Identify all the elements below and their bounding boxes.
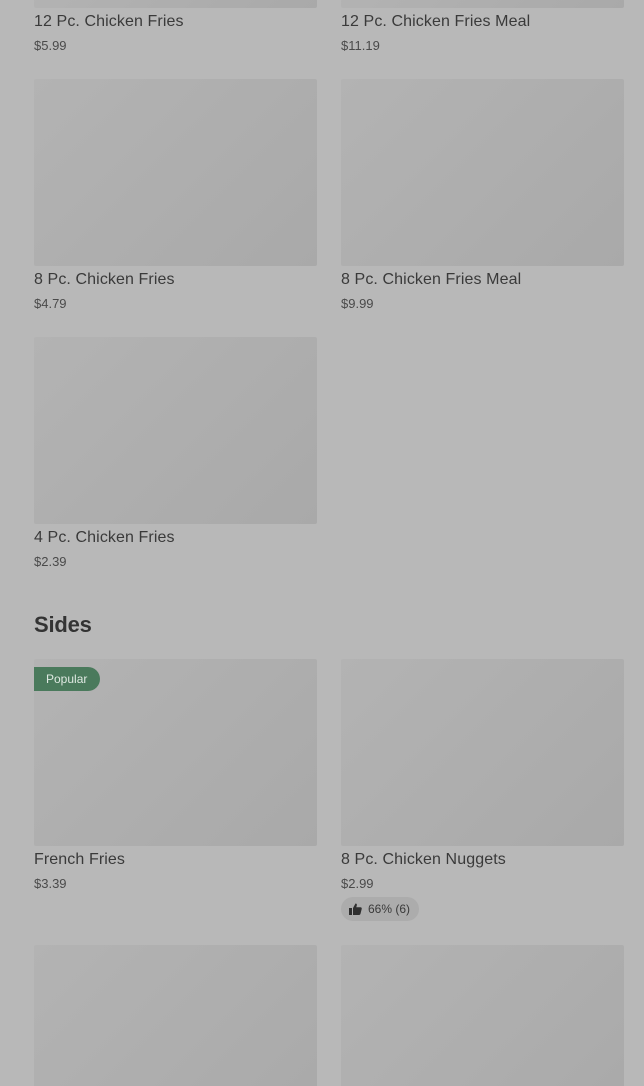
item-price: $4.79	[34, 296, 67, 311]
item-image	[34, 337, 317, 524]
item-price: $11.19	[341, 38, 380, 53]
item-name: 8 Pc. Chicken Fries	[34, 271, 175, 288]
item-name: 8 Pc. Chicken Nuggets	[341, 851, 506, 868]
item-image	[341, 945, 624, 1086]
thumbs-up-icon	[349, 903, 362, 915]
item-name: 8 Pc. Chicken Fries Meal	[341, 271, 522, 288]
menu-item-card[interactable]: Popular French Fries $3.39	[34, 659, 317, 899]
menu-item-card[interactable]: 8 Pc. Chicken Fries $4.79	[34, 79, 317, 319]
item-image	[34, 79, 317, 266]
item-image	[34, 0, 317, 8]
menu-page: 12 Pc. Chicken Fries $5.99 12 Pc. Chicke…	[0, 0, 644, 1086]
item-price: $3.39	[34, 876, 67, 891]
rating-pill: 66% (6)	[341, 897, 420, 921]
section-title-sides: Sides	[34, 612, 92, 637]
item-price: $2.39	[34, 554, 67, 569]
item-price: $5.99	[34, 38, 67, 53]
menu-item-card[interactable]: 4 Pc. Chicken Fries $2.39	[34, 337, 317, 577]
popular-badge: Popular	[34, 667, 101, 691]
item-price: $2.99	[341, 876, 374, 891]
menu-item-card[interactable]	[34, 945, 317, 1086]
rating-text: 66% (6)	[368, 902, 411, 916]
item-image	[34, 945, 317, 1086]
menu-item-card[interactable]: 8 Pc. Chicken Nuggets $2.99 66% (6)	[341, 659, 624, 921]
item-name: French Fries	[34, 851, 125, 868]
item-name: 12 Pc. Chicken Fries Meal	[341, 13, 531, 30]
item-name: 4 Pc. Chicken Fries	[34, 529, 175, 546]
item-price: $9.99	[341, 296, 374, 311]
menu-item-card[interactable]	[341, 945, 624, 1086]
menu-item-card[interactable]: 8 Pc. Chicken Fries Meal $9.99	[341, 79, 624, 319]
menu-item-card[interactable]: 12 Pc. Chicken Fries $5.99	[34, 0, 317, 70]
item-image	[341, 659, 624, 846]
item-image	[341, 0, 624, 8]
item-image	[341, 79, 624, 266]
item-name: 12 Pc. Chicken Fries	[34, 13, 184, 30]
menu-item-card[interactable]: 12 Pc. Chicken Fries Meal $11.19	[341, 0, 624, 70]
